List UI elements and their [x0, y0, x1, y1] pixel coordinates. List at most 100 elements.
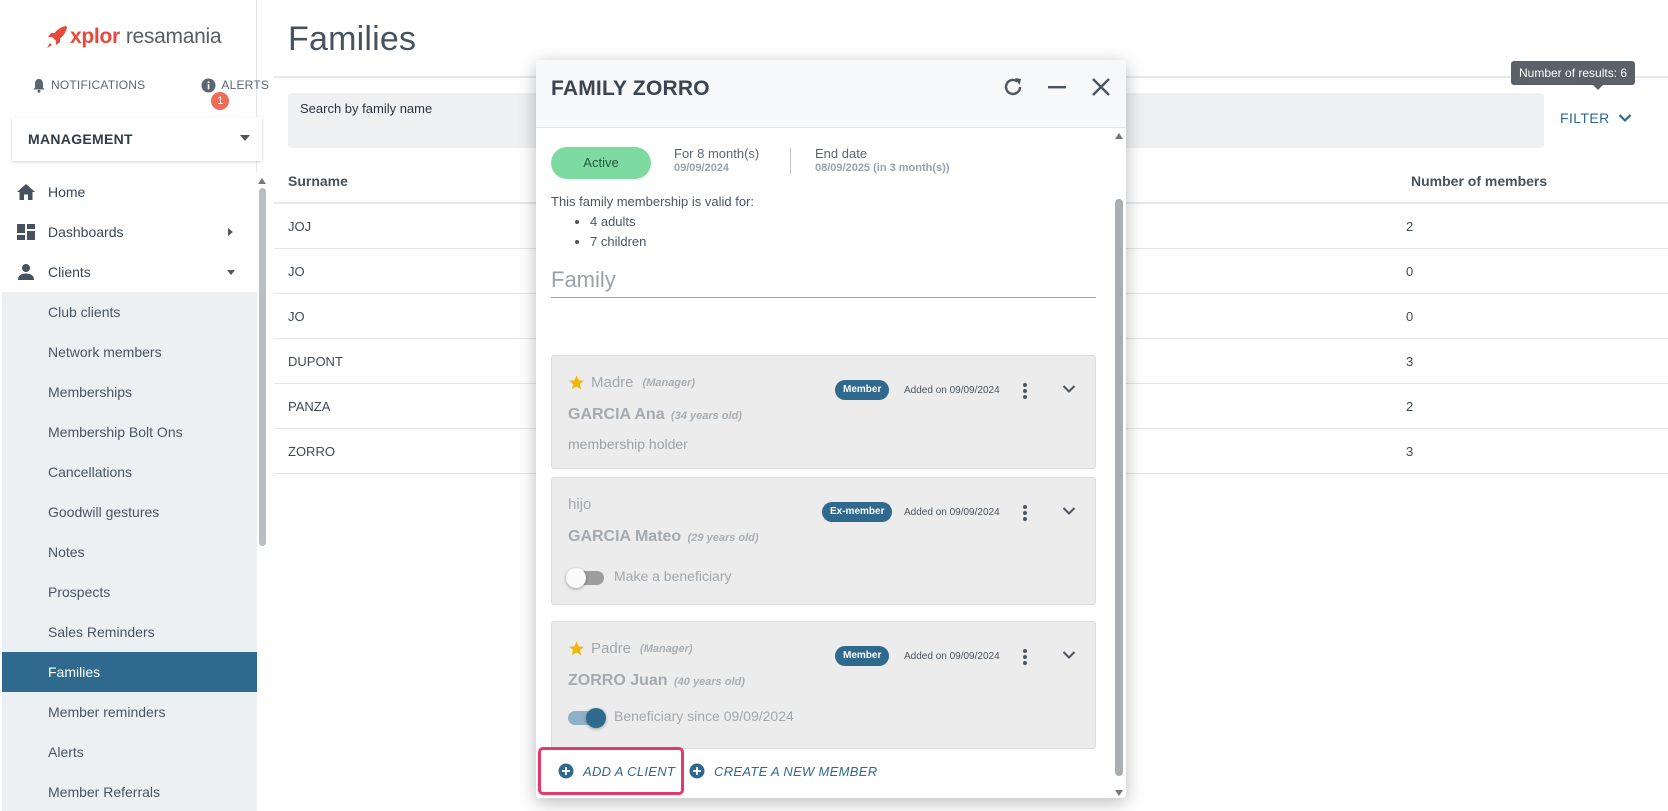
- star-icon: [569, 375, 584, 390]
- member-name: GARCIA Mateo (29 years old): [568, 528, 759, 546]
- scroll-up-arrow-icon[interactable]: [258, 178, 266, 184]
- alerts-button[interactable]: ALERTS 1: [201, 78, 270, 110]
- add-client-label: ADD A CLIENT: [583, 763, 676, 779]
- added-date: Added on 09/09/2024: [904, 651, 1000, 662]
- brand-resamania: resamania: [125, 25, 222, 48]
- notifications-label: NOTIFICATIONS: [51, 78, 146, 92]
- role-label: Padre: [591, 640, 632, 657]
- nav-item-clients[interactable]: Clients: [2, 252, 257, 292]
- notifications-button[interactable]: NOTIFICATIONS: [32, 78, 145, 93]
- side-nav: Home Dashboards Clients Club clients Net…: [2, 172, 257, 811]
- dashboard-icon: [17, 224, 35, 240]
- member-name-text: ZORRO Juan: [568, 672, 668, 689]
- nav-item-home[interactable]: Home: [2, 172, 257, 212]
- clients-subnav: Club clients Network members Memberships…: [2, 292, 257, 811]
- nav-item-label: Home: [48, 184, 86, 200]
- more-vert-icon[interactable]: [1022, 504, 1028, 522]
- refresh-button[interactable]: [1000, 74, 1026, 100]
- star-icon: [569, 641, 584, 656]
- expand-chevron-icon[interactable]: [1062, 384, 1076, 394]
- dialog-header: FAMILY ZORRO: [536, 60, 1126, 128]
- alerts-count-badge: 1: [211, 91, 230, 110]
- cell-surname: JOJ: [288, 219, 312, 234]
- top-buttons: NOTIFICATIONS ALERTS 1: [0, 70, 269, 110]
- minimize-button[interactable]: [1044, 74, 1070, 100]
- more-vert-icon[interactable]: [1022, 648, 1028, 666]
- start-date: 09/09/2024: [674, 162, 730, 174]
- scroll-down-arrow-icon[interactable]: [1115, 790, 1123, 796]
- family-dialog: FAMILY ZORRO Active For 8 month(s) 09/09…: [536, 60, 1126, 798]
- nav-subitem-prospects[interactable]: Prospects: [2, 572, 257, 612]
- member-name-text: GARCIA Mateo: [568, 528, 682, 545]
- nav-subitem-member-referrals[interactable]: Member Referrals: [2, 772, 257, 811]
- filter-label: FILTER: [1560, 110, 1610, 126]
- dialog-body: Active For 8 month(s) 09/09/2024 End dat…: [536, 129, 1126, 798]
- nav-item-dashboards[interactable]: Dashboards: [2, 212, 257, 252]
- scrollbar-thumb[interactable]: [259, 188, 266, 546]
- nav-subitem-alerts[interactable]: Alerts: [2, 732, 257, 772]
- validity-list: 4 adults 7 children: [551, 212, 754, 252]
- add-client-button[interactable]: ADD A CLIENT: [538, 747, 684, 795]
- nav-subitem-sales-reminders[interactable]: Sales Reminders: [2, 612, 257, 652]
- results-count-tooltip: Number of results: 6: [1511, 61, 1636, 90]
- brand-xplor: xplor: [70, 25, 120, 48]
- minimize-icon: [1048, 86, 1066, 89]
- cell-members: 2: [1406, 399, 1414, 414]
- scrollbar-thumb[interactable]: [1115, 199, 1123, 776]
- member-name: ZORRO Juan (40 years old): [568, 672, 745, 690]
- member-age: (29 years old): [687, 532, 759, 544]
- sidebar-scrollbar[interactable]: [257, 178, 267, 811]
- nav-subitem-club-clients[interactable]: Club clients: [2, 292, 257, 332]
- added-date: Added on 09/09/2024: [904, 385, 1000, 396]
- cell-surname: DUPONT: [288, 354, 343, 369]
- scroll-up-arrow-icon[interactable]: [1115, 133, 1123, 139]
- cell-members: 3: [1406, 354, 1414, 369]
- member-card: hijo GARCIA Mateo (29 years old) Ex-memb…: [551, 477, 1096, 605]
- alerts-label: ALERTS: [221, 78, 270, 92]
- column-header-surname[interactable]: Surname: [288, 173, 348, 189]
- toggle-knob: [586, 708, 606, 728]
- member-name-text: GARCIA Ana: [568, 406, 665, 423]
- dialog-title: FAMILY ZORRO: [551, 77, 710, 100]
- cell-surname: PANZA: [288, 399, 331, 414]
- nav-subitem-cancellations[interactable]: Cancellations: [2, 452, 257, 492]
- expand-chevron-icon[interactable]: [1062, 650, 1076, 660]
- beneficiary-toggle[interactable]: [566, 568, 604, 588]
- end-date-label: End date: [815, 146, 868, 161]
- rocket-logo-icon: [47, 26, 67, 48]
- vertical-divider: [790, 148, 791, 174]
- validity-text: This family membership is valid for:: [551, 194, 754, 209]
- nav-subitem-member-reminders[interactable]: Member reminders: [2, 692, 257, 732]
- more-vert-icon[interactable]: [1022, 382, 1028, 400]
- create-member-button[interactable]: CREATE A NEW MEMBER: [689, 747, 877, 795]
- member-name: GARCIA Ana (34 years old): [568, 406, 742, 424]
- added-date: Added on 09/09/2024: [904, 507, 1000, 518]
- dialog-scrollbar[interactable]: [1114, 133, 1124, 796]
- nav-subitem-notes[interactable]: Notes: [2, 532, 257, 572]
- member-note: membership holder: [568, 436, 688, 452]
- role-label: Madre: [591, 374, 634, 391]
- nav-subitem-memberships[interactable]: Memberships: [2, 372, 257, 412]
- nav-subitem-membership-bolt-ons[interactable]: Membership Bolt Ons: [2, 412, 257, 452]
- membership-end: End date 08/09/2025 (in 3 month(s)): [815, 146, 950, 174]
- caret-down-icon: [240, 135, 250, 141]
- section-select[interactable]: MANAGEMENT: [12, 117, 262, 161]
- home-icon: [17, 184, 35, 200]
- member-status-badge: Member: [835, 380, 890, 400]
- nav-subitem-families[interactable]: Families: [2, 652, 257, 692]
- logo[interactable]: xplor resamania: [46, 22, 222, 52]
- beneficiary-toggle[interactable]: [568, 708, 606, 728]
- column-header-members[interactable]: Number of members: [1411, 173, 1547, 189]
- chevron-right-icon: [228, 228, 233, 236]
- member-role: Padre (Manager): [568, 640, 693, 657]
- nav-subitem-network-members[interactable]: Network members: [2, 332, 257, 372]
- member-age: (40 years old): [674, 676, 745, 688]
- close-button[interactable]: [1088, 74, 1114, 100]
- member-status-badge: Member: [835, 646, 890, 666]
- cell-surname: ZORRO: [288, 444, 335, 459]
- beneficiary-toggle-label: Beneficiary since 09/09/2024: [614, 708, 794, 724]
- filter-button[interactable]: FILTER: [1560, 110, 1632, 126]
- nav-subitem-goodwill-gestures[interactable]: Goodwill gestures: [2, 492, 257, 532]
- nav-item-label: Dashboards: [48, 224, 124, 240]
- expand-chevron-icon[interactable]: [1062, 506, 1076, 516]
